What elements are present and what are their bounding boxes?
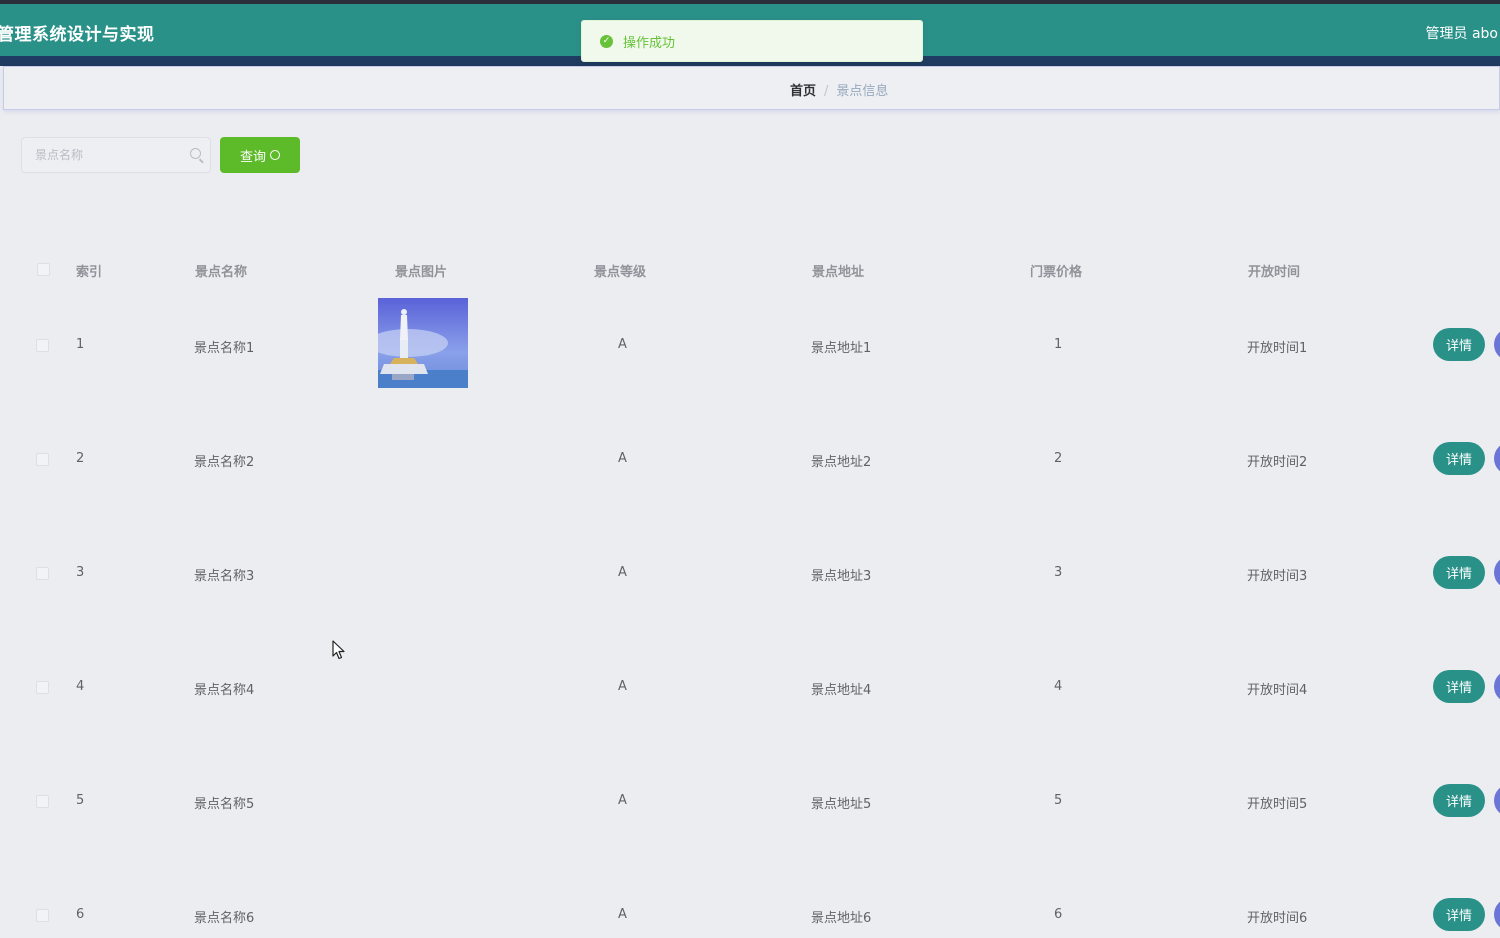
query-button[interactable]: 查询 — [220, 137, 300, 173]
row-checkbox[interactable] — [36, 339, 49, 352]
row-checkbox[interactable] — [36, 567, 49, 580]
row-checkbox[interactable] — [36, 795, 49, 808]
success-toast: ✓ 操作成功 — [581, 20, 923, 62]
row-name: 景点名称3 — [194, 569, 255, 584]
row-open-time: 开放时间6 — [1247, 911, 1308, 926]
row-name: 景点名称5 — [194, 797, 255, 812]
check-circle-icon: ✓ — [600, 34, 613, 48]
select-all-checkbox[interactable] — [37, 263, 50, 276]
row-address: 景点地址2 — [811, 455, 872, 470]
column-header-open-time: 开放时间 — [1248, 265, 1301, 280]
row-price: 3 — [1054, 565, 1063, 580]
toast-message: 操作成功 — [623, 35, 676, 51]
query-button-label: 查询 — [239, 149, 266, 165]
breadcrumb-separator: / — [824, 84, 829, 99]
row-level: A — [618, 679, 627, 694]
row-level: A — [618, 337, 627, 352]
row-checkbox[interactable] — [36, 909, 49, 922]
edit-button[interactable] — [1494, 898, 1500, 931]
breadcrumb: 首页 / 景点信息 — [790, 80, 888, 99]
row-index: 1 — [76, 337, 85, 352]
row-open-time: 开放时间1 — [1247, 341, 1308, 356]
row-level: A — [618, 451, 627, 466]
row-price: 2 — [1054, 451, 1063, 466]
row-price: 6 — [1054, 907, 1063, 922]
row-index: 6 — [76, 907, 85, 922]
edit-button[interactable] — [1494, 442, 1500, 475]
mouse-pointer-icon — [332, 640, 346, 664]
row-address: 景点地址5 — [811, 797, 872, 812]
row-address: 景点地址3 — [811, 569, 872, 584]
row-name: 景点名称1 — [194, 341, 255, 356]
column-header-price: 门票价格 — [1030, 265, 1083, 280]
row-open-time: 开放时间4 — [1247, 683, 1308, 698]
row-checkbox[interactable] — [36, 453, 49, 466]
row-index: 4 — [76, 679, 85, 694]
search-icon — [190, 148, 201, 159]
column-header-image: 景点图片 — [395, 265, 448, 280]
edit-button[interactable] — [1494, 328, 1500, 361]
breadcrumb-current: 景点信息 — [836, 84, 889, 99]
row-open-time: 开放时间5 — [1247, 797, 1308, 812]
edit-button[interactable] — [1494, 784, 1500, 817]
column-header-index: 索引 — [76, 265, 103, 280]
user-menu[interactable]: 管理员 abo — [1426, 23, 1498, 43]
row-index: 5 — [76, 793, 85, 808]
row-level: A — [618, 907, 627, 922]
breadcrumb-bar: 首页 / 景点信息 — [3, 66, 1500, 110]
edit-button[interactable] — [1494, 670, 1500, 703]
detail-button[interactable]: 详情 — [1433, 556, 1485, 589]
scenic-spot-image — [378, 298, 468, 388]
detail-button[interactable]: 详情 — [1433, 328, 1485, 361]
row-address: 景点地址1 — [811, 341, 872, 356]
detail-button[interactable]: 详情 — [1433, 898, 1485, 931]
row-address: 景点地址6 — [811, 911, 872, 926]
row-open-time: 开放时间3 — [1247, 569, 1308, 584]
app-title: 管理系统设计与实现 — [0, 25, 155, 45]
search-input[interactable] — [22, 138, 172, 172]
row-price: 5 — [1054, 793, 1063, 808]
row-index: 2 — [76, 451, 85, 466]
row-level: A — [618, 793, 627, 808]
row-price: 4 — [1054, 679, 1063, 694]
breadcrumb-home[interactable]: 首页 — [790, 84, 816, 99]
row-checkbox[interactable] — [36, 681, 49, 694]
search-icon — [270, 150, 280, 160]
detail-button[interactable]: 详情 — [1433, 442, 1485, 475]
row-level: A — [618, 565, 627, 580]
row-open-time: 开放时间2 — [1247, 455, 1308, 470]
row-name: 景点名称2 — [194, 455, 255, 470]
detail-button[interactable]: 详情 — [1433, 784, 1485, 817]
search-field[interactable] — [21, 137, 211, 173]
column-header-address: 景点地址 — [812, 265, 865, 280]
column-header-level: 景点等级 — [594, 265, 647, 280]
row-name: 景点名称4 — [194, 683, 255, 698]
row-index: 3 — [76, 565, 85, 580]
edit-button[interactable] — [1494, 556, 1500, 589]
row-price: 1 — [1054, 337, 1063, 352]
detail-button[interactable]: 详情 — [1433, 670, 1485, 703]
row-name: 景点名称6 — [194, 911, 255, 926]
column-header-name: 景点名称 — [195, 265, 248, 280]
row-address: 景点地址4 — [811, 683, 872, 698]
